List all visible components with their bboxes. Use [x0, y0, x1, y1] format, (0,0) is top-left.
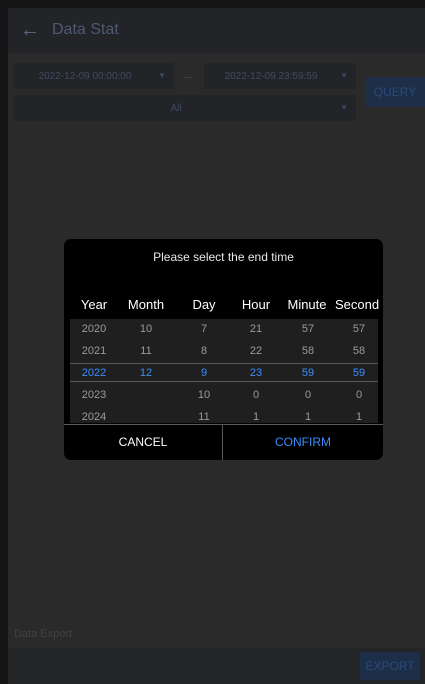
- picker-item-hour-selected[interactable]: 23: [236, 367, 276, 379]
- picker-item-second[interactable]: 0: [339, 389, 379, 401]
- picker-item-month[interactable]: 10: [126, 323, 166, 335]
- category-select[interactable]: All ▼: [14, 95, 356, 121]
- picker-item-hour[interactable]: 1: [236, 411, 276, 423]
- picker-item-minute[interactable]: 58: [288, 345, 328, 357]
- picker-item-day[interactable]: 8: [184, 345, 224, 357]
- picker-item-hour[interactable]: 21: [236, 323, 276, 335]
- picker-item-day[interactable]: 10: [184, 389, 224, 401]
- picker-item-year[interactable]: 2021: [74, 345, 114, 357]
- range-separator: —: [183, 72, 193, 83]
- picker-item-minute[interactable]: 0: [288, 389, 328, 401]
- column-header-hour: Hour: [241, 297, 271, 312]
- end-time-dialog: Please select the end time Year Month Da…: [64, 239, 383, 460]
- selection-line-bottom: [70, 381, 378, 382]
- column-header-day: Day: [192, 297, 216, 312]
- app-bar: ← Data Stat: [8, 8, 425, 53]
- picker-item-second[interactable]: 58: [339, 345, 379, 357]
- picker-item-month[interactable]: 11: [126, 345, 166, 357]
- query-button[interactable]: QUERY: [365, 77, 425, 107]
- picker-item-minute[interactable]: 1: [288, 411, 328, 423]
- end-time-field[interactable]: 2022-12-09 23:59:59 ▼: [204, 63, 356, 89]
- export-button[interactable]: EXPORT: [360, 652, 420, 680]
- column-header-second: Second: [334, 297, 380, 312]
- column-header-year: Year: [80, 297, 108, 312]
- chevron-down-icon: ▼: [158, 71, 166, 80]
- end-time-value: 2022-12-09 23:59:59: [224, 71, 318, 82]
- chevron-down-icon: ▼: [340, 71, 348, 80]
- picker-item-year-selected[interactable]: 2022: [74, 367, 114, 379]
- page-title: Data Stat: [52, 21, 119, 38]
- picker-item-minute[interactable]: 57: [288, 323, 328, 335]
- start-time-field[interactable]: 2022-12-09 00:00:00 ▼: [14, 63, 174, 89]
- picker-item-second-selected[interactable]: 59: [339, 367, 379, 379]
- confirm-button[interactable]: CONFIRM: [223, 425, 383, 460]
- picker-item-year[interactable]: 2020: [74, 323, 114, 335]
- picker-item-month-selected[interactable]: 12: [126, 367, 166, 379]
- back-arrow-icon[interactable]: ←: [20, 19, 40, 41]
- dialog-title: Please select the end time: [153, 250, 294, 264]
- cancel-button[interactable]: CANCEL: [64, 425, 222, 460]
- picker-item-second[interactable]: 1: [339, 411, 379, 423]
- picker-item-day[interactable]: 7: [184, 323, 224, 335]
- picker-wheel-area[interactable]: [70, 319, 378, 423]
- picker-item-day[interactable]: 11: [184, 411, 224, 423]
- category-value: All: [170, 103, 182, 114]
- picker-item-year[interactable]: 2024: [74, 411, 114, 423]
- app-frame: ← Data Stat 2022-12-09 00:00:00 ▼ — 2022…: [8, 8, 425, 684]
- start-time-value: 2022-12-09 00:00:00: [38, 71, 132, 82]
- selection-line-top: [70, 363, 378, 364]
- data-export-label: Data Export: [14, 628, 73, 640]
- picker-item-minute-selected[interactable]: 59: [288, 367, 328, 379]
- picker-item-hour[interactable]: 0: [236, 389, 276, 401]
- picker-item-year[interactable]: 2023: [74, 389, 114, 401]
- picker-item-day-selected[interactable]: 9: [184, 367, 224, 379]
- column-header-month: Month: [127, 297, 165, 312]
- chevron-down-icon: ▼: [340, 103, 348, 112]
- picker-item-second[interactable]: 57: [339, 323, 379, 335]
- picker-item-hour[interactable]: 22: [236, 345, 276, 357]
- column-header-minute: Minute: [287, 297, 327, 312]
